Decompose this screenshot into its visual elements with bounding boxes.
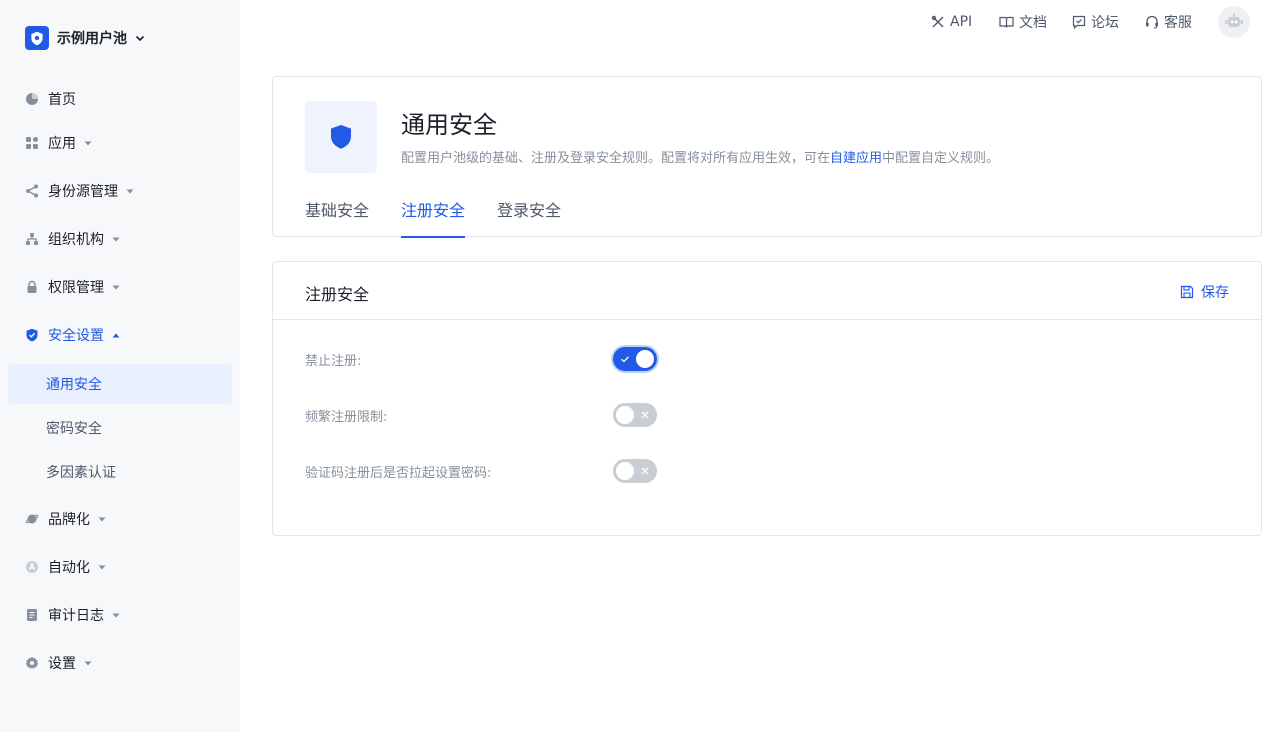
sidebar-item-label: 审计日志	[48, 608, 104, 624]
sidebar-item-label: 组织机构	[48, 232, 104, 248]
tools-icon	[931, 15, 944, 28]
shield-icon	[305, 101, 377, 173]
save-button-label: 保存	[1201, 285, 1229, 301]
sidebar-item-label: 自动化	[48, 560, 90, 576]
disable-registration-toggle[interactable]	[613, 347, 657, 371]
user-pool-logo-icon	[25, 26, 49, 50]
lock-icon	[25, 280, 39, 294]
user-avatar[interactable]	[1218, 6, 1250, 38]
pie-chart-icon	[25, 92, 39, 106]
close-icon	[639, 409, 651, 421]
caret-down-icon	[112, 237, 120, 242]
automation-icon	[25, 560, 39, 574]
card-header: 注册安全 保存	[273, 262, 1261, 320]
toggle-knob	[616, 462, 634, 480]
sidebar-item-audit-log[interactable]: 审计日志	[8, 595, 232, 635]
forum-link[interactable]: 论坛	[1072, 12, 1119, 32]
org-tree-icon	[25, 232, 39, 246]
sidebar-item-label: 应用	[48, 136, 76, 152]
api-link-label: API	[950, 14, 973, 30]
caret-down-icon	[112, 613, 120, 618]
security-tabs: 基础安全 注册安全 登录安全	[305, 199, 593, 238]
user-pool-selector[interactable]: 示例用户池	[25, 26, 145, 50]
sidebar-item-branding[interactable]: 品牌化	[8, 499, 232, 539]
save-button[interactable]: 保存	[1180, 282, 1229, 302]
page-title: 通用安全	[401, 111, 497, 139]
gear-icon	[25, 656, 39, 670]
page-header-card: 通用安全 配置用户池级的基础、注册及登录安全规则。配置将对所有应用生效，可在自建…	[272, 76, 1262, 238]
setting-label: 禁止注册:	[305, 353, 362, 369]
message-icon	[1072, 15, 1086, 29]
sidebar: 示例用户池 首页 应用 身份源管理 组织机构 权限管理 安全设置 通用安全 密码…	[0, 0, 240, 732]
toggle-knob	[636, 350, 654, 368]
support-link[interactable]: 客服	[1145, 12, 1192, 32]
docs-link-label: 文档	[1019, 15, 1047, 31]
toggle-knob	[616, 406, 634, 424]
sidebar-item-label: 品牌化	[48, 512, 90, 528]
apps-grid-icon	[25, 136, 39, 150]
robot-avatar-icon	[1225, 13, 1243, 27]
sidebar-item-organization[interactable]: 组织机构	[8, 219, 232, 259]
caret-down-icon	[98, 565, 106, 570]
set-password-after-code-toggle[interactable]	[613, 459, 657, 483]
api-link[interactable]: API	[931, 12, 972, 32]
setting-label: 频繁注册限制:	[305, 409, 388, 425]
sidebar-item-label: 权限管理	[48, 280, 104, 296]
page-description-text-end: 中配置自定义规则。	[882, 151, 1000, 166]
sidebar-subitem-password-security[interactable]: 密码安全	[8, 408, 232, 448]
forum-link-label: 论坛	[1091, 15, 1119, 31]
sidebar-item-settings[interactable]: 设置	[8, 643, 232, 683]
caret-down-icon	[126, 189, 134, 194]
caret-up-icon	[112, 333, 120, 338]
headset-icon	[1146, 15, 1158, 29]
check-icon	[619, 353, 631, 365]
page-description-text: 配置用户池级的基础、注册及登录安全规则。配置将对所有应用生效，可在	[401, 151, 831, 166]
registration-security-card: 注册安全 保存 禁止注册: 频繁注册限制: 验证码注册后是否拉起设置密码:	[272, 261, 1262, 536]
page-description: 配置用户池级的基础、注册及登录安全规则。配置将对所有应用生效，可在自建应用中配置…	[401, 147, 999, 166]
custom-app-link[interactable]: 自建应用	[830, 151, 882, 166]
frequent-registration-limit-toggle[interactable]	[613, 403, 657, 427]
sidebar-item-label: 安全设置	[48, 328, 104, 344]
sidebar-item-home[interactable]: 首页	[8, 79, 232, 119]
support-link-label: 客服	[1164, 15, 1192, 31]
caret-down-icon	[98, 517, 106, 522]
shield-check-icon	[25, 328, 39, 342]
tab-basic-security[interactable]: 基础安全	[305, 199, 369, 238]
user-pool-name: 示例用户池	[57, 31, 127, 47]
close-icon	[639, 465, 651, 477]
sidebar-item-label: 身份源管理	[48, 184, 118, 200]
save-icon	[1180, 285, 1194, 299]
docs-link[interactable]: 文档	[999, 12, 1047, 32]
card-title: 注册安全	[305, 285, 370, 304]
caret-down-icon	[84, 661, 92, 666]
sidebar-item-security[interactable]: 安全设置	[8, 315, 232, 355]
setting-row-set-password-after-code: 验证码注册后是否拉起设置密码:	[305, 458, 657, 484]
sidebar-item-label: 首页	[48, 92, 76, 108]
chevron-down-icon	[135, 33, 145, 43]
sidebar-item-automation[interactable]: 自动化	[8, 547, 232, 587]
sidebar-subitem-mfa[interactable]: 多因素认证	[8, 452, 232, 492]
sidebar-item-identity-sources[interactable]: 身份源管理	[8, 171, 232, 211]
share-icon	[25, 184, 39, 198]
sidebar-subitem-general-security[interactable]: 通用安全	[8, 364, 232, 404]
setting-row-frequent-registration-limit: 频繁注册限制:	[305, 402, 657, 428]
sidebar-item-permissions[interactable]: 权限管理	[8, 267, 232, 307]
sidebar-item-label: 设置	[48, 656, 76, 672]
tab-registration-security[interactable]: 注册安全	[401, 199, 466, 238]
caret-down-icon	[84, 141, 92, 146]
setting-row-disable-registration: 禁止注册:	[305, 346, 657, 372]
caret-down-icon	[112, 285, 120, 290]
planet-icon	[25, 512, 39, 526]
document-log-icon	[25, 608, 39, 622]
book-icon	[999, 16, 1014, 28]
tab-login-security[interactable]: 登录安全	[497, 199, 561, 238]
sidebar-item-apps[interactable]: 应用	[8, 123, 232, 163]
setting-label: 验证码注册后是否拉起设置密码:	[305, 465, 492, 481]
